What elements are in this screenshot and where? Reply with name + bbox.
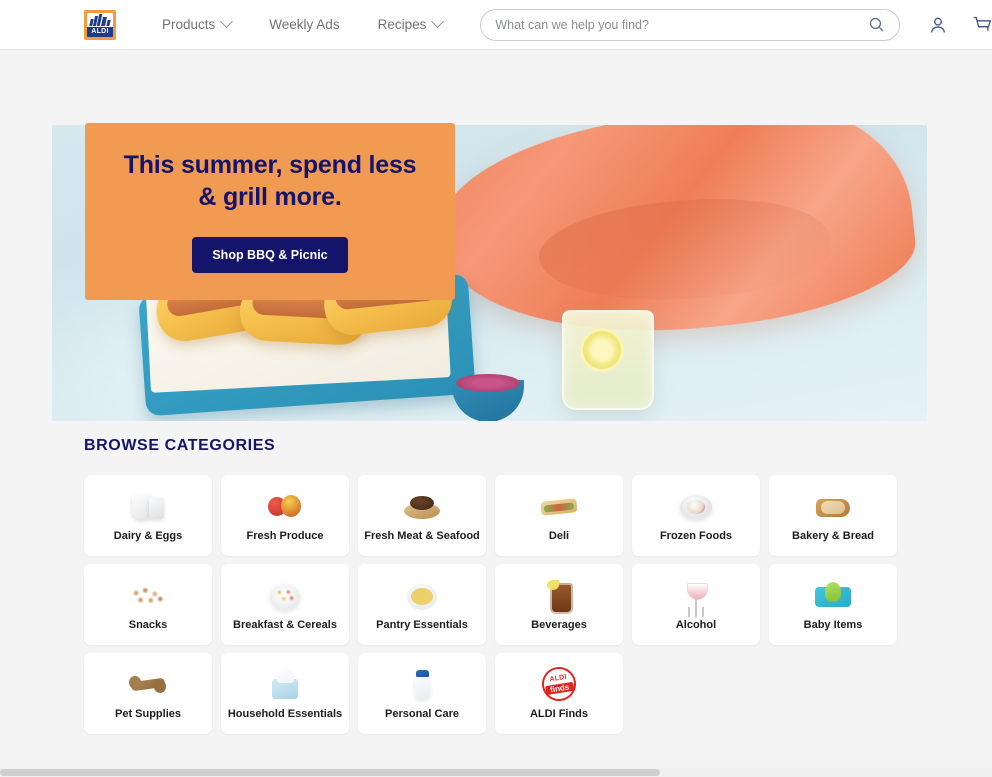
cart-icon[interactable] [972,15,992,35]
nuts-icon [128,578,168,612]
category-label: Pet Supplies [114,707,182,720]
nav-label: Products [162,17,216,32]
category-card-household-essentials[interactable]: Household Essentials [221,653,349,734]
category-label: Snacks [128,618,168,631]
category-card-frozen-foods[interactable]: Frozen Foods [632,475,760,556]
search-input[interactable] [495,17,868,32]
category-label: Dairy & Eggs [113,529,183,542]
horizontal-scrollbar[interactable] [0,768,992,777]
category-card-baby-items[interactable]: Baby Items [769,564,897,645]
browse-categories-title: BROWSE CATEGORIES [84,437,276,454]
bread-board-icon [813,489,853,523]
category-card-pet-supplies[interactable]: Pet Supplies [84,653,212,734]
hero-section: This summer, spend less & grill more. Sh… [0,50,992,425]
category-card-breakfast-cereals[interactable]: Breakfast & Cereals [221,564,349,645]
ice-cream-bowl-icon [676,489,716,523]
shop-bbq-picnic-button[interactable]: Shop BBQ & Picnic [192,236,348,273]
category-label: Breakfast & Cereals [233,618,337,631]
category-label: Deli [548,529,570,542]
apples-icon [265,489,305,523]
milk-jug-icon [128,489,168,523]
pasta-bowl-icon [402,578,442,612]
category-label: Household Essentials [227,707,343,720]
category-card-personal-care[interactable]: Personal Care [358,653,486,734]
shampoo-bottle-icon [402,667,442,701]
category-label: Pantry Essentials [376,618,468,631]
account-icon[interactable] [928,15,948,35]
site-header: ALDI Products Weekly Ads Recipes [0,0,992,50]
finds-stamp-badge: ALDI finds [539,664,579,704]
sandwich-icon [539,489,579,523]
main-navigation: Products Weekly Ads Recipes [162,15,445,32]
dog-bone-icon [128,667,168,701]
wine-glass-icon [676,578,716,612]
category-card-alcohol[interactable]: Alcohol [632,564,760,645]
iced-drink-icon [539,578,579,614]
logo-inner: ALDI [87,12,113,37]
cereal-bowl-icon [265,578,305,612]
chevron-down-icon [220,15,234,29]
baby-wipes-icon [813,578,853,612]
category-card-dairy-eggs[interactable]: Dairy & Eggs [84,475,212,556]
category-grid: Dairy & Eggs Fresh Produce Fresh Meat & … [84,475,908,734]
lemon-slice [580,328,624,372]
category-label: Fresh Produce [246,529,324,542]
nav-item-products[interactable]: Products [162,15,234,32]
category-label: Frozen Foods [659,529,733,542]
category-card-pantry-essentials[interactable]: Pantry Essentials [358,564,486,645]
chevron-down-icon [431,15,445,29]
browse-categories-section: BROWSE CATEGORIES Dairy & Eggs Fresh Pro… [0,437,992,734]
search-icon[interactable] [868,16,885,33]
category-card-fresh-produce[interactable]: Fresh Produce [221,475,349,556]
aldi-finds-stamp-icon: ALDI finds [539,664,579,704]
logo-bars-icon [87,12,113,27]
nav-item-recipes[interactable]: Recipes [377,15,445,32]
tissue-box-icon [265,667,305,701]
steak-board-icon [402,489,442,523]
header-actions [928,15,992,35]
lemonade-glass [562,310,654,410]
category-label: Beverages [531,618,587,631]
category-label: Alcohol [675,618,717,631]
logo-wordmark: ALDI [87,26,113,37]
category-label: Bakery & Bread [792,529,874,542]
hero-promo-panel: This summer, spend less & grill more. Sh… [85,123,455,300]
category-label: Baby Items [803,618,863,631]
category-label: Personal Care [385,707,459,720]
category-label: Fresh Meat & Seafood [364,529,480,542]
nav-label: Weekly Ads [269,17,340,32]
nav-item-weekly-ads[interactable]: Weekly Ads [269,17,339,32]
search-bar[interactable] [480,8,900,41]
category-card-aldi-finds[interactable]: ALDI finds ALDI Finds [495,653,623,734]
category-card-beverages[interactable]: Beverages [495,564,623,645]
hero-title: This summer, spend less & grill more. [123,151,417,211]
nav-label: Recipes [377,17,427,32]
aldi-logo[interactable]: ALDI [84,9,116,40]
category-label: ALDI Finds [529,707,589,720]
category-card-deli[interactable]: Deli [495,475,623,556]
category-card-bakery-bread[interactable]: Bakery & Bread [769,475,897,556]
category-card-snacks[interactable]: Snacks [84,564,212,645]
scrollbar-thumb[interactable] [0,769,660,776]
category-card-fresh-meat-seafood[interactable]: Fresh Meat & Seafood [358,475,486,556]
